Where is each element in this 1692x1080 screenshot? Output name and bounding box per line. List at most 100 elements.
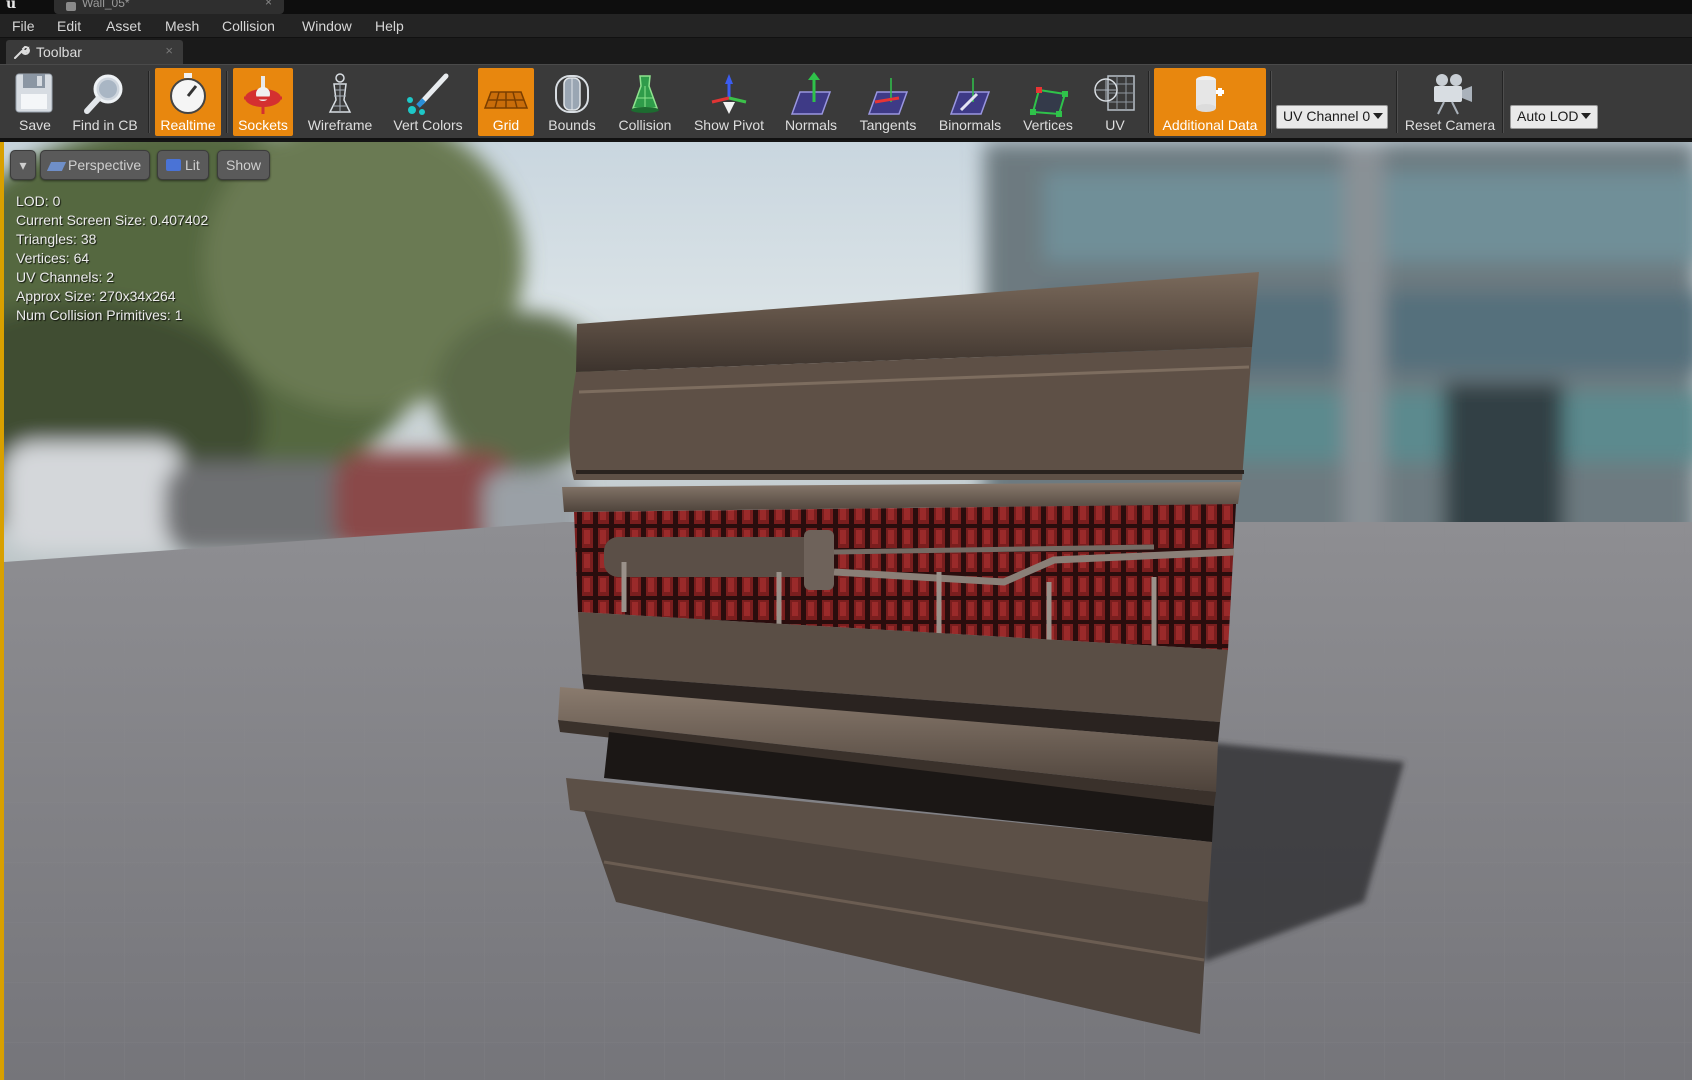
show-button[interactable]: Show bbox=[217, 150, 271, 180]
vertices-button[interactable]: Vertices bbox=[1014, 68, 1082, 136]
reset-camera-button[interactable]: Reset Camera bbox=[1402, 68, 1498, 136]
toolbar: Save Find in CB Realtime Sockets Wirefra… bbox=[0, 64, 1692, 140]
collision-icon bbox=[631, 75, 659, 113]
toolbar-separator bbox=[148, 71, 150, 133]
vertices-label: Vertices bbox=[1023, 117, 1073, 133]
sockets-label: Sockets bbox=[238, 117, 288, 133]
show-pivot-button[interactable]: Show Pivot bbox=[686, 68, 772, 136]
tangents-icon bbox=[867, 78, 909, 115]
vertices-icon bbox=[1030, 87, 1068, 117]
stat-screen-size: Current Screen Size: 0.407402 bbox=[16, 212, 209, 228]
stat-triangles: Triangles: 38 bbox=[16, 231, 97, 247]
menu-file[interactable]: File bbox=[12, 18, 35, 34]
additional-data-button[interactable]: Additional Data bbox=[1154, 68, 1266, 136]
find-in-cb-icon bbox=[84, 74, 123, 114]
reset-camera-icon bbox=[1434, 74, 1472, 115]
binormals-label: Binormals bbox=[938, 117, 1002, 133]
realtime-button[interactable]: Realtime bbox=[155, 68, 221, 136]
bounds-button[interactable]: Bounds bbox=[540, 68, 604, 136]
static-mesh-icon bbox=[66, 2, 76, 11]
stat-uv-channels: UV Channels: 2 bbox=[16, 269, 115, 285]
lit-icon bbox=[166, 159, 181, 171]
perspective-label: Perspective bbox=[68, 157, 142, 173]
toolbar-separator bbox=[1502, 71, 1504, 133]
normals-icon bbox=[790, 72, 832, 115]
uv-button[interactable]: UV bbox=[1086, 68, 1144, 136]
close-icon[interactable]: × bbox=[165, 43, 173, 58]
realtime-icon bbox=[170, 73, 206, 114]
binormals-button[interactable]: Binormals bbox=[932, 68, 1008, 136]
collision-label: Collision bbox=[618, 117, 672, 133]
sockets-icon bbox=[244, 76, 282, 114]
menu-edit[interactable]: Edit bbox=[57, 18, 81, 34]
wireframe-label: Wireframe bbox=[307, 117, 373, 133]
uv-icon bbox=[1094, 75, 1135, 111]
vert-colors-label: Vert Colors bbox=[393, 117, 463, 133]
stat-vertices: Vertices: 64 bbox=[16, 250, 90, 266]
lit-label: Lit bbox=[185, 157, 200, 173]
toolbar-separator bbox=[226, 71, 228, 133]
toolbar-separator bbox=[1148, 71, 1150, 133]
find-in-cb-button[interactable]: Find in CB bbox=[66, 68, 144, 136]
document-tab-title: Wall_05* bbox=[82, 0, 130, 10]
title-strip: u Wall_05* × bbox=[0, 0, 1692, 14]
stat-approx-size: Approx Size: 270x34x264 bbox=[16, 288, 176, 304]
panel-tab-label: Toolbar bbox=[36, 44, 82, 60]
toolbar-separator bbox=[1396, 71, 1398, 133]
bounds-icon bbox=[555, 75, 589, 113]
unreal-logo-icon: u bbox=[6, 0, 17, 12]
document-tab[interactable]: Wall_05* × bbox=[54, 0, 284, 14]
perspective-icon bbox=[46, 162, 67, 171]
chevron-down-icon bbox=[1373, 113, 1384, 119]
grid-label: Grid bbox=[492, 117, 520, 133]
vert-colors-icon bbox=[407, 73, 449, 115]
stat-lod: LOD: 0 bbox=[16, 193, 61, 209]
stat-collision-primitives: Num Collision Primitives: 1 bbox=[16, 307, 183, 323]
mesh-stats-overlay: LOD: 0 Current Screen Size: 0.407402 Tri… bbox=[16, 192, 208, 325]
vert-colors-button[interactable]: Vert Colors bbox=[384, 68, 472, 136]
lit-button[interactable]: Lit bbox=[157, 150, 209, 180]
wireframe-button[interactable]: Wireframe bbox=[300, 68, 380, 136]
show-label: Show bbox=[226, 157, 262, 173]
viewport-options-button[interactable]: ▾ bbox=[10, 150, 36, 180]
wrench-icon bbox=[14, 46, 30, 59]
wireframe-icon bbox=[328, 73, 352, 113]
lod-value: Auto LOD bbox=[1517, 108, 1579, 124]
uv-channel-dropdown[interactable]: UV Channel 0 bbox=[1276, 105, 1388, 129]
grid-button[interactable]: Grid bbox=[478, 68, 534, 136]
realtime-label: Realtime bbox=[160, 117, 216, 133]
menu-asset[interactable]: Asset bbox=[106, 18, 141, 34]
menu-bar: File Edit Asset Mesh Collision Window He… bbox=[0, 14, 1692, 38]
menu-collision[interactable]: Collision bbox=[222, 18, 275, 34]
bounds-label: Bounds bbox=[548, 117, 596, 133]
save-label: Save bbox=[19, 117, 51, 133]
viewport-scene bbox=[4, 142, 1692, 1080]
normals-button[interactable]: Normals bbox=[778, 68, 844, 136]
normals-label: Normals bbox=[784, 117, 838, 133]
toolbar-panel-tab[interactable]: Toolbar × bbox=[6, 40, 183, 64]
collision-button[interactable]: Collision bbox=[610, 68, 680, 136]
reset-camera-label: Reset Camera bbox=[1404, 117, 1496, 133]
menu-help[interactable]: Help bbox=[375, 18, 404, 34]
viewport[interactable]: ▾ Perspective Lit Show LOD: 0 Current Sc… bbox=[0, 142, 1692, 1080]
uv-channel-value: UV Channel 0 bbox=[1283, 108, 1371, 124]
uv-label: UV bbox=[1105, 117, 1125, 133]
show-pivot-icon bbox=[711, 74, 747, 114]
menu-mesh[interactable]: Mesh bbox=[165, 18, 199, 34]
binormals-icon bbox=[949, 78, 991, 115]
show-pivot-label: Show Pivot bbox=[693, 117, 765, 133]
chevron-down-icon bbox=[1581, 113, 1592, 119]
save-icon bbox=[15, 73, 53, 113]
additional-data-label: Additional Data bbox=[1162, 117, 1258, 133]
lod-dropdown[interactable]: Auto LOD bbox=[1510, 105, 1598, 129]
perspective-button[interactable]: Perspective bbox=[40, 150, 151, 180]
tangents-label: Tangents bbox=[859, 117, 917, 133]
tangents-button[interactable]: Tangents bbox=[850, 68, 926, 136]
menu-window[interactable]: Window bbox=[302, 18, 352, 34]
save-button[interactable]: Save bbox=[6, 68, 64, 136]
chevron-down-icon: ▾ bbox=[19, 157, 27, 173]
additional-data-icon bbox=[1196, 76, 1224, 112]
close-icon[interactable]: × bbox=[265, 0, 272, 9]
sockets-button[interactable]: Sockets bbox=[233, 68, 293, 136]
find-in-cb-label: Find in CB bbox=[72, 117, 138, 133]
